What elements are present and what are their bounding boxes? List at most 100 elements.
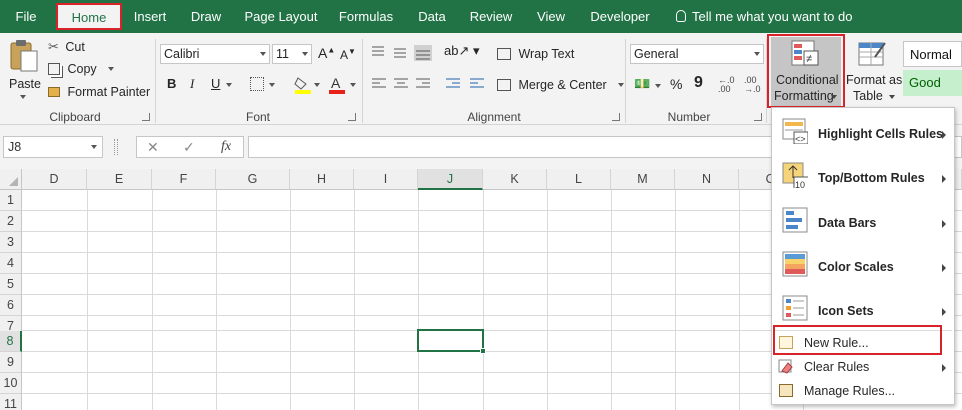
bold-button[interactable]: B xyxy=(167,76,176,91)
row-header-11[interactable]: 11 xyxy=(0,394,22,410)
paste-label: Paste xyxy=(9,77,41,91)
horizontal-align-icons xyxy=(372,78,430,88)
font-name-value: Calibri xyxy=(164,47,200,61)
row-header-5[interactable]: 5 xyxy=(0,274,22,295)
cut-button[interactable]: ✂ Cut xyxy=(48,39,85,55)
insert-function-icon[interactable]: fx xyxy=(221,139,231,155)
row-header-10[interactable]: 10 xyxy=(0,373,22,394)
italic-button[interactable]: I xyxy=(190,76,194,92)
row-header-2[interactable]: 2 xyxy=(0,211,22,232)
tab-page-layout[interactable]: Page Layout xyxy=(242,0,320,33)
fill-color-dropdown-icon[interactable] xyxy=(314,83,320,87)
number-launcher-icon[interactable] xyxy=(754,113,762,121)
decrease-font-size-button[interactable]: A▼ xyxy=(340,47,356,62)
paste-button[interactable]: Paste xyxy=(6,37,42,103)
submenu-arrow-icon xyxy=(942,264,946,272)
cell-style-good[interactable]: Good xyxy=(903,70,962,96)
row-header-8[interactable]: 8 xyxy=(0,331,22,352)
clipboard-launcher-icon[interactable] xyxy=(142,113,150,121)
menu-item-top-bottom-rules[interactable]: 10 Top/Bottom Rules xyxy=(772,158,954,196)
font-name-combo[interactable]: Calibri xyxy=(160,44,270,64)
borders-icon[interactable] xyxy=(250,77,264,91)
menu-item-manage-rules[interactable]: Manage Rules... xyxy=(772,380,954,402)
copy-icon xyxy=(48,63,60,75)
tab-review[interactable]: Review xyxy=(464,0,518,33)
column-header-d[interactable]: D xyxy=(22,169,87,190)
row-header-9[interactable]: 9 xyxy=(0,352,22,373)
align-left-icon xyxy=(372,78,386,88)
tab-home[interactable]: Home xyxy=(56,3,122,30)
row-header-1[interactable]: 1 xyxy=(0,190,22,211)
icon-sets-label: Icon Sets xyxy=(818,304,874,318)
group-label-clipboard: Clipboard xyxy=(49,110,101,124)
column-header-k[interactable]: K xyxy=(483,169,547,190)
manage-rules-label: Manage Rules... xyxy=(804,384,896,398)
alignment-launcher-icon[interactable] xyxy=(612,113,620,121)
menu-item-highlight-cells-rules[interactable]: <> Highlight Cells Rules xyxy=(772,114,954,152)
wrap-text-button[interactable]: Wrap Text xyxy=(497,47,574,61)
tab-insert[interactable]: Insert xyxy=(128,0,172,33)
fill-color-button[interactable] xyxy=(294,75,312,95)
resize-handle-icon[interactable] xyxy=(114,139,118,155)
chevron-down-icon xyxy=(889,95,895,99)
row-header-3[interactable]: 3 xyxy=(0,232,22,253)
row-header-4[interactable]: 4 xyxy=(0,253,22,274)
accounting-format-button[interactable]: 💵 xyxy=(634,76,650,92)
format-as-table-button[interactable]: Format as Table xyxy=(845,37,902,107)
column-header-n[interactable]: N xyxy=(675,169,739,190)
tab-developer[interactable]: Developer xyxy=(586,0,654,33)
menu-item-icon-sets[interactable]: Icon Sets xyxy=(772,290,954,328)
font-launcher-icon[interactable] xyxy=(348,113,356,121)
column-header-h[interactable]: H xyxy=(290,169,354,190)
font-color-dropdown-icon[interactable] xyxy=(350,83,356,87)
accounting-dropdown-icon[interactable] xyxy=(655,84,661,88)
copy-button[interactable]: Copy xyxy=(48,62,115,76)
column-header-f[interactable]: F xyxy=(152,169,216,190)
tab-draw[interactable]: Draw xyxy=(186,0,226,33)
enter-icon[interactable]: ✓ xyxy=(183,139,195,156)
tab-view[interactable]: View xyxy=(530,0,572,33)
tab-file[interactable]: File xyxy=(6,0,46,33)
orientation-button[interactable]: ab↗ ▾ xyxy=(444,43,480,59)
column-header-m[interactable]: M xyxy=(611,169,675,190)
name-box[interactable]: J8 xyxy=(3,136,103,158)
highlight-cells-rules-label: Highlight Cells Rules xyxy=(818,127,944,141)
column-header-j[interactable]: J xyxy=(418,169,483,190)
conditional-formatting-highlight xyxy=(767,34,845,108)
column-header-i[interactable]: I xyxy=(354,169,418,190)
column-header-g[interactable]: G xyxy=(216,169,290,190)
fill-handle[interactable] xyxy=(480,348,486,354)
underline-button[interactable]: U xyxy=(211,76,220,91)
column-header-e[interactable]: E xyxy=(87,169,152,190)
wrap-text-icon xyxy=(497,48,511,60)
underline-dropdown-icon[interactable] xyxy=(226,83,232,87)
color-scales-label: Color Scales xyxy=(818,260,894,274)
cell-style-normal[interactable]: Normal xyxy=(903,41,962,67)
chevron-down-icon xyxy=(302,52,308,56)
tab-data[interactable]: Data xyxy=(412,0,452,33)
menu-item-data-bars[interactable]: Data Bars xyxy=(772,202,954,240)
row-header-6[interactable]: 6 xyxy=(0,295,22,316)
menu-item-color-scales[interactable]: Color Scales xyxy=(772,246,954,284)
font-color-button[interactable]: A xyxy=(328,75,346,95)
merge-center-button[interactable]: Merge & Center xyxy=(497,78,625,92)
borders-dropdown-icon[interactable] xyxy=(269,83,275,87)
font-size-combo[interactable]: 11 xyxy=(272,44,312,64)
number-format-combo[interactable]: General xyxy=(630,44,764,64)
percent-style-button[interactable]: % xyxy=(670,76,682,92)
decrease-decimal-button[interactable]: .00 →.0 xyxy=(744,76,761,94)
increase-font-size-button[interactable]: A▲ xyxy=(318,45,335,61)
menu-item-clear-rules[interactable]: Clear Rules xyxy=(772,356,954,378)
format-painter-button[interactable]: Format Painter xyxy=(48,85,150,99)
comma-style-button[interactable]: 9 xyxy=(694,74,703,92)
manage-rules-icon xyxy=(779,384,793,397)
increase-decimal-button[interactable]: ←.0.00 xyxy=(718,76,735,94)
tell-me-search[interactable]: Tell me what you want to do xyxy=(676,0,852,33)
active-cell-j8[interactable] xyxy=(417,329,486,354)
group-separator xyxy=(155,39,156,123)
select-all-button[interactable] xyxy=(0,169,22,190)
column-header-l[interactable]: L xyxy=(547,169,611,190)
data-bars-label: Data Bars xyxy=(818,216,877,230)
tab-formulas[interactable]: Formulas xyxy=(334,0,398,33)
cancel-icon[interactable]: ✕ xyxy=(147,139,159,156)
